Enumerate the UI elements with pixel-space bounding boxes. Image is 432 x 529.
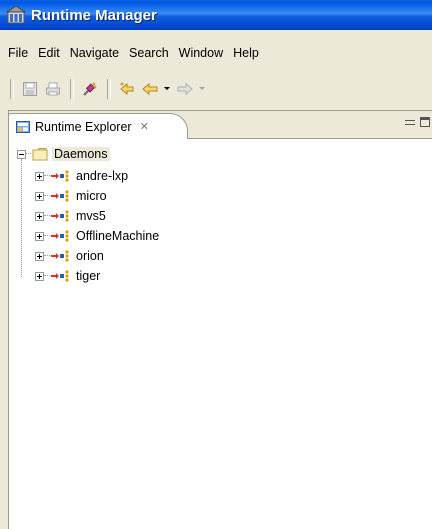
forward-button[interactable]	[174, 78, 196, 100]
tree-node-label: andre-lxp	[76, 169, 129, 183]
tree-node-label: OfflineMachine	[76, 229, 160, 243]
expand-icon[interactable]	[35, 251, 44, 261]
forward-icon	[177, 82, 193, 96]
menu-navigate[interactable]: Navigate	[65, 46, 124, 60]
back-icon	[142, 82, 158, 96]
title-bar[interactable]: Runtime Manager	[0, 0, 432, 30]
save-icon	[23, 82, 37, 96]
minimize-icon[interactable]	[405, 120, 415, 125]
connect-icon	[83, 82, 97, 96]
back-history-icon	[120, 82, 134, 96]
tree-node-label: micro	[76, 189, 107, 203]
tree-node-daemon[interactable]: tiger	[35, 267, 100, 285]
tree-node-daemon[interactable]: OfflineMachine	[35, 227, 159, 245]
menu-help[interactable]: Help	[228, 46, 264, 60]
daemon-icon	[51, 190, 69, 202]
chevron-down-icon	[164, 87, 170, 90]
menu-window[interactable]: Window	[174, 46, 228, 60]
collapse-icon[interactable]	[17, 149, 26, 159]
daemon-icon	[51, 210, 69, 222]
daemon-tree: Daemons andre-lxp micro mvs5 OfflineMach…	[9, 139, 432, 529]
maximize-icon[interactable]	[420, 117, 430, 127]
tree-node-label: mvs5	[76, 209, 106, 223]
toolbar	[0, 76, 432, 102]
print-button[interactable]	[42, 78, 64, 100]
toolbar-separator	[107, 79, 111, 99]
expand-icon[interactable]	[35, 171, 44, 181]
tree-guide-line	[21, 159, 23, 277]
window-title: Runtime Manager	[31, 6, 157, 24]
menu-search[interactable]: Search	[124, 46, 174, 60]
app-icon	[6, 5, 26, 24]
daemon-icon	[51, 170, 69, 182]
daemon-icon	[51, 270, 69, 282]
chevron-down-icon	[199, 87, 205, 90]
tree-node-daemon[interactable]: andre-lxp	[35, 167, 128, 185]
close-icon[interactable]: ✕	[140, 120, 149, 133]
back-button[interactable]	[139, 78, 161, 100]
menu-edit[interactable]: Edit	[33, 46, 65, 60]
folder-icon	[32, 148, 48, 161]
forward-dropdown-button[interactable]	[197, 78, 207, 100]
menu-file[interactable]: File	[3, 46, 33, 60]
tab-runtime-explorer[interactable]: Runtime Explorer ✕	[8, 113, 188, 139]
tree-node-label: tiger	[76, 269, 101, 283]
tree-node-daemon[interactable]: micro	[35, 187, 107, 205]
toolbar-separator	[70, 79, 74, 99]
tree-connector	[26, 153, 31, 155]
back-dropdown-button[interactable]	[162, 78, 172, 100]
menu-bar: File Edit Navigate Search Window Help	[0, 42, 432, 64]
runtime-explorer-icon	[16, 120, 30, 133]
daemon-icon	[51, 230, 69, 242]
expand-icon[interactable]	[35, 271, 44, 281]
expand-icon[interactable]	[35, 191, 44, 201]
tree-node-label: orion	[76, 249, 104, 263]
connect-button[interactable]	[79, 78, 101, 100]
left-gutter	[0, 110, 8, 529]
runtime-explorer-view: Runtime Explorer ✕ Daemons andre-lxp mic…	[8, 110, 432, 529]
view-controls	[405, 117, 432, 127]
tree-node-label: Daemons	[52, 147, 110, 161]
toolbar-grip	[10, 79, 14, 99]
tree-node-daemons[interactable]: Daemons	[17, 145, 110, 163]
view-header: Runtime Explorer ✕	[8, 111, 432, 139]
tree-node-daemon[interactable]: mvs5	[35, 207, 106, 225]
print-icon	[46, 82, 60, 96]
tree-node-daemon[interactable]: orion	[35, 247, 104, 265]
expand-icon[interactable]	[35, 231, 44, 241]
daemon-icon	[51, 250, 69, 262]
tab-label: Runtime Explorer	[35, 119, 132, 134]
save-button[interactable]	[19, 78, 41, 100]
back-history-button[interactable]	[116, 78, 138, 100]
expand-icon[interactable]	[35, 211, 44, 221]
